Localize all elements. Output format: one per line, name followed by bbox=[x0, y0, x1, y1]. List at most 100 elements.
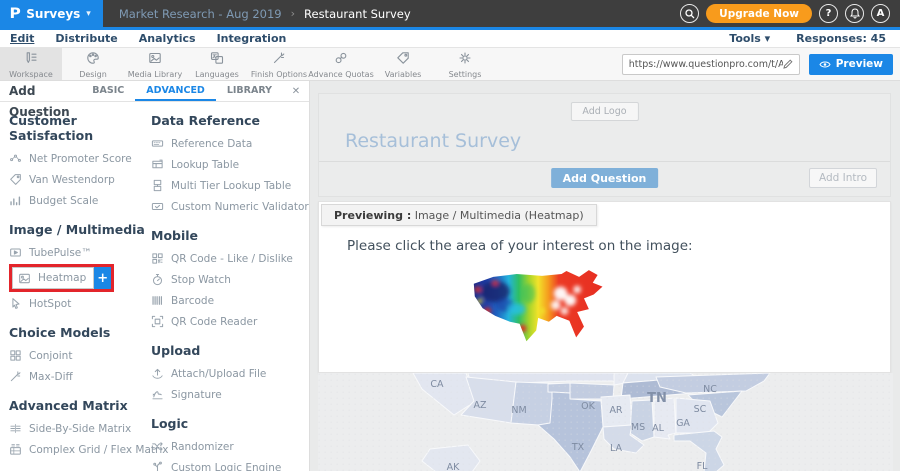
panel-tab-advanced[interactable]: ADVANCED bbox=[135, 81, 216, 101]
toolbar-item-languages[interactable]: Languages bbox=[186, 48, 248, 80]
add-logo-button[interactable]: Add Logo bbox=[570, 102, 638, 121]
toolbar-item-finish-options[interactable]: Finish Options bbox=[248, 48, 310, 80]
question-type-label: Signature bbox=[171, 389, 222, 401]
question-type-tubepulse[interactable]: TubePulse™ bbox=[9, 242, 145, 263]
nav-tab-edit[interactable]: Edit bbox=[10, 32, 34, 45]
question-type-reference-data[interactable]: Reference Data bbox=[151, 133, 307, 154]
section-image-multimedia: Image / Multimedia TubePulse™ Heatmap+ HotS… bbox=[9, 222, 145, 314]
survey-title[interactable]: Restaurant Survey bbox=[345, 130, 521, 152]
survey-url-input[interactable] bbox=[629, 59, 783, 70]
add-question-button[interactable]: Add Question bbox=[551, 168, 659, 188]
background-us-map: CAAZNMOKARTNNCSCGAALMSTXLAFLAK bbox=[318, 373, 893, 471]
state-label-ok: OK bbox=[581, 401, 595, 412]
close-icon[interactable]: ✕ bbox=[283, 81, 309, 101]
validator-icon bbox=[151, 200, 164, 213]
chevron-down-icon: ▾ bbox=[86, 9, 91, 19]
toolbar-item-settings[interactable]: Settings bbox=[434, 48, 496, 80]
upgrade-now-button[interactable]: Upgrade Now bbox=[706, 4, 812, 23]
nav-tab-analytics[interactable]: Analytics bbox=[139, 32, 196, 45]
state-label-al: AL bbox=[652, 423, 664, 434]
nav-tab-distribute[interactable]: Distribute bbox=[55, 32, 117, 45]
question-type-van-westendorp[interactable]: Van Westendorp bbox=[9, 169, 145, 190]
matrix-icon bbox=[9, 422, 22, 435]
help-button[interactable]: ? bbox=[819, 4, 838, 23]
add-intro-button[interactable]: Add Intro bbox=[809, 168, 877, 188]
question-type-label: Net Promoter Score bbox=[29, 153, 132, 165]
preview-button[interactable]: Preview bbox=[809, 54, 893, 75]
state-label-tx: TX bbox=[571, 442, 585, 453]
panel-tab-basic[interactable]: BASIC bbox=[81, 81, 135, 101]
tag-icon bbox=[9, 173, 22, 186]
wand-icon bbox=[272, 50, 286, 69]
question-type-label: Randomizer bbox=[171, 441, 234, 453]
toolbar-item-label: Variables bbox=[385, 70, 422, 79]
breadcrumb-survey: Restaurant Survey bbox=[304, 7, 411, 21]
toolbar-item-label: Advance Quotas bbox=[308, 70, 373, 79]
image-icon bbox=[18, 272, 31, 285]
responses-count[interactable]: Responses: 45 bbox=[796, 32, 886, 45]
question-type-qr-code-reader[interactable]: QR Code Reader bbox=[151, 311, 307, 332]
question-type-custom-logic-engine[interactable]: Custom Logic Engine bbox=[151, 457, 307, 471]
survey-header-card: Add Logo Restaurant Survey Add Question … bbox=[318, 93, 891, 197]
add-heatmap-question-button[interactable]: + bbox=[94, 267, 111, 289]
question-type-conjoint[interactable]: Conjoint bbox=[9, 345, 145, 366]
survey-url-field[interactable] bbox=[622, 54, 800, 75]
tools-menu[interactable]: Tools ▾ bbox=[729, 32, 770, 45]
avatar[interactable]: A bbox=[871, 4, 890, 23]
search-icon[interactable] bbox=[680, 4, 699, 23]
add-question-panel-header: Add Question BASICADVANCEDLIBRARY ✕ bbox=[0, 81, 309, 102]
workspace-icon bbox=[24, 50, 38, 69]
question-type-label: Budget Scale bbox=[29, 195, 98, 207]
notifications-bell-icon[interactable] bbox=[845, 4, 864, 23]
section-upload: UploadAttach/Upload FileSignature bbox=[151, 343, 307, 405]
question-type-heatmap[interactable]: Heatmap bbox=[12, 267, 94, 289]
state-label-fl: FL bbox=[697, 461, 708, 471]
question-type-label: Conjoint bbox=[29, 350, 72, 362]
topbar: P Surveys ▾ Market Research - Aug 2019 ›… bbox=[0, 0, 900, 30]
section-choice-models: Choice ModelsConjointMax-Diff bbox=[9, 325, 145, 387]
branch-icon bbox=[151, 461, 164, 471]
question-type-attach-upload-file[interactable]: Attach/Upload File bbox=[151, 363, 307, 384]
toolbar-item-variables[interactable]: Variables bbox=[372, 48, 434, 80]
breadcrumb-project[interactable]: Market Research - Aug 2019 bbox=[119, 7, 282, 21]
question-type-label: QR Code - Like / Dislike bbox=[171, 253, 293, 265]
survey-canvas: Add Logo Restaurant Survey Add Question … bbox=[310, 81, 900, 471]
nav-tab-integration[interactable]: Integration bbox=[217, 32, 287, 45]
question-type-complex-grid-flex-matrix[interactable]: Complex Grid / Flex Matrix bbox=[9, 439, 145, 460]
question-type-randomizer[interactable]: Randomizer bbox=[151, 436, 307, 457]
section-header: Mobile bbox=[151, 228, 307, 243]
question-type-label: Side-By-Side Matrix bbox=[29, 423, 131, 435]
question-type-label: HotSpot bbox=[29, 298, 71, 310]
question-type-stop-watch[interactable]: Stop Watch bbox=[151, 269, 307, 290]
panel-tab-library[interactable]: LIBRARY bbox=[216, 81, 283, 101]
edit-url-pencil-icon[interactable] bbox=[783, 59, 793, 69]
question-type-net-promoter-score[interactable]: Net Promoter Score bbox=[9, 148, 145, 169]
section-data-reference: Data Reference Reference DataLookup Table… bbox=[151, 113, 307, 217]
question-type-max-diff[interactable]: Max-Diff bbox=[9, 366, 145, 387]
question-type-qr-code-like-dislike[interactable]: QR Code - Like / Dislike bbox=[151, 248, 307, 269]
question-type-budget-scale[interactable]: Budget Scale bbox=[9, 190, 145, 211]
bar-chart-icon bbox=[9, 194, 22, 207]
question-type-custom-numeric-validator[interactable]: Custom Numeric Validator bbox=[151, 196, 307, 217]
editor-toolbar: WorkspaceDesign Media LibraryLanguagesFin… bbox=[0, 48, 900, 81]
question-type-signature[interactable]: Signature bbox=[151, 384, 307, 405]
list-icon bbox=[151, 137, 164, 150]
question-type-barcode[interactable]: Barcode bbox=[151, 290, 307, 311]
toolbar-item-media-library[interactable]: Media Library bbox=[124, 48, 186, 80]
section-header: Data Reference bbox=[151, 113, 307, 128]
toolbar-item-workspace[interactable]: Workspace bbox=[0, 48, 62, 80]
section-header: Image / Multimedia bbox=[9, 222, 145, 237]
question-type-side-by-side-matrix[interactable]: Side-By-Side Matrix bbox=[9, 418, 145, 439]
question-type-hotspot[interactable]: HotSpot bbox=[9, 293, 145, 314]
questionpro-logo: P bbox=[9, 6, 20, 22]
question-type-label: QR Code Reader bbox=[171, 316, 257, 328]
toolbar-item-advance-quotas[interactable]: Advance Quotas bbox=[310, 48, 372, 80]
usa-heatmap-image[interactable] bbox=[466, 268, 622, 360]
toolbar-item-label: Finish Options bbox=[251, 70, 307, 79]
state-label-la: LA bbox=[610, 443, 623, 454]
product-switcher[interactable]: P Surveys ▾ bbox=[0, 0, 103, 27]
toolbar-item-label: Media Library bbox=[128, 70, 183, 79]
question-type-multi-tier-lookup-table[interactable]: Multi Tier Lookup Table bbox=[151, 175, 307, 196]
toolbar-item-design[interactable]: Design bbox=[62, 48, 124, 80]
question-type-lookup-table[interactable]: Lookup Table bbox=[151, 154, 307, 175]
